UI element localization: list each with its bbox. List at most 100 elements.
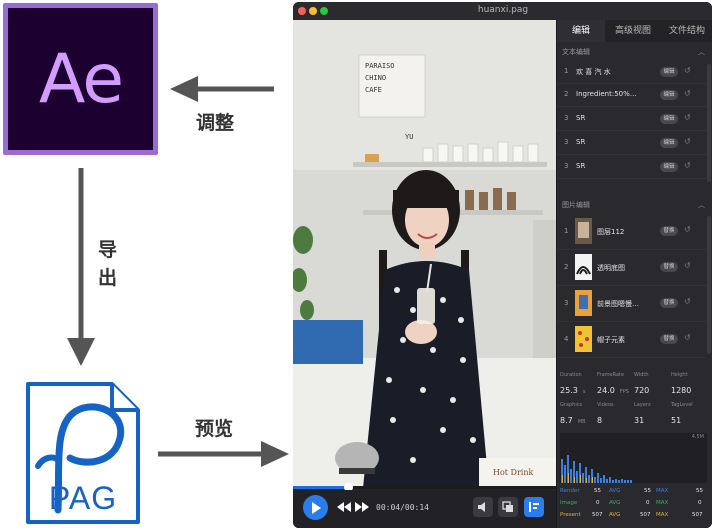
undo-icon[interactable]: ↺ — [684, 261, 691, 270]
perf-avg-label: AVG — [609, 488, 621, 494]
timeline-scrubber[interactable] — [293, 483, 556, 492]
svg-text:CAFE: CAFE — [365, 86, 382, 94]
undo-icon[interactable]: ↺ — [684, 333, 691, 342]
row-index: 2 — [564, 263, 569, 271]
row-index: 4 — [564, 335, 569, 343]
perf-avg-label: AVG — [609, 500, 621, 506]
replace-button[interactable]: 替换 — [660, 334, 678, 344]
image-row[interactable]: 4 帽子元素 替换 ↺ — [557, 322, 707, 358]
perf-image-row: Image 0 AVG 0 MAX 0 — [560, 498, 710, 510]
perf-cur: 0 — [596, 500, 600, 506]
after-effects-logo: Ae — [3, 3, 158, 155]
stat-videos: Videos 8 — [597, 402, 633, 426]
stat-layers: Layers 31 — [634, 402, 670, 426]
play-button[interactable] — [303, 495, 328, 520]
stat-value: 1280 — [671, 386, 692, 395]
undo-icon[interactable]: ↺ — [684, 297, 691, 306]
text-row[interactable]: 2 Ingredient:50%… 编辑 ↺ — [557, 84, 707, 107]
image-section-collapse-icon[interactable]: ︿ — [698, 200, 705, 210]
pag-file-icon: PAG — [24, 380, 142, 526]
stat-value: 720 — [634, 386, 650, 395]
tab-edit[interactable]: 编辑 — [557, 20, 605, 42]
perf-cur: 55 — [594, 488, 601, 494]
replace-button[interactable]: 替换 — [660, 298, 678, 308]
svg-text:Hot Drink: Hot Drink — [493, 468, 534, 477]
step-forward-icon — [355, 502, 369, 512]
pag-label: PAG — [48, 480, 118, 516]
close-window-button[interactable] — [298, 7, 306, 15]
step-back-button[interactable] — [337, 501, 351, 513]
row-name: SR — [576, 138, 586, 146]
undo-icon[interactable]: ↺ — [684, 89, 691, 98]
image-list-scrollbar[interactable] — [707, 216, 711, 354]
stat-unit: MB — [577, 419, 586, 425]
text-row[interactable]: 3 SR 编辑 ↺ — [557, 132, 707, 155]
preview-arrow — [158, 441, 289, 467]
undo-icon[interactable]: ↺ — [684, 161, 691, 170]
svg-text:CHINO: CHINO — [365, 74, 386, 82]
replace-button[interactable]: 替换 — [660, 226, 678, 236]
row-index: 3 — [564, 162, 569, 170]
image-row[interactable]: 3 前景图嗯慢… 替换 ↺ — [557, 286, 707, 322]
text-list-scrollbar[interactable] — [707, 64, 711, 182]
perf-avg: 55 — [644, 488, 651, 494]
image-edit-section-title: 图片编辑 — [562, 201, 590, 209]
step-forward-button[interactable] — [355, 501, 369, 513]
row-name: 透明底图 — [597, 264, 625, 272]
stat-value: 31 — [634, 416, 645, 425]
undo-icon[interactable]: ↺ — [684, 225, 691, 234]
zoom-window-button[interactable] — [320, 7, 328, 15]
stat-framerate: FrameRate 24.0 FPS — [597, 372, 633, 396]
row-name: 前景图嗯慢… — [597, 300, 639, 308]
row-index: 1 — [564, 227, 569, 235]
layers-button[interactable] — [498, 497, 518, 517]
undo-icon[interactable]: ↺ — [684, 113, 691, 122]
row-index: 3 — [564, 114, 569, 122]
stat-unit: s — [582, 389, 586, 395]
stat-duration: Duration 25.3 s — [560, 372, 596, 396]
preview-label: 预览 — [195, 418, 234, 440]
perf-avg-label: AVG — [609, 512, 621, 518]
edit-button[interactable]: 编辑 — [660, 67, 678, 77]
image-thumbnail — [575, 290, 592, 316]
video-preview[interactable]: PARAISO CHINO CAFE YU Hot Drink — [293, 20, 556, 488]
edit-button[interactable]: 编辑 — [660, 138, 678, 148]
export-label-text: 导出 — [98, 239, 118, 289]
replace-button[interactable]: 替换 — [660, 262, 678, 272]
edit-panel: 编辑 高级视图 文件结构 文本编辑 ︿ 1 欢 喜 汽 水 编辑 ↺ 2 Ing… — [556, 20, 712, 528]
panel-list-icon — [529, 502, 539, 512]
export-label: 导出 — [98, 236, 120, 292]
perf-max-label: MAX — [656, 488, 669, 494]
undo-icon[interactable]: ↺ — [684, 137, 691, 146]
row-name: 欢 喜 汽 水 — [576, 68, 611, 76]
stat-graphics: Graphics 8.7 MB — [560, 402, 596, 426]
edit-button[interactable]: 编辑 — [660, 162, 678, 172]
text-row[interactable]: 3 SR 编辑 ↺ — [557, 156, 707, 179]
perf-max-label: MAX — [656, 512, 669, 518]
text-section-collapse-icon[interactable]: ︿ — [698, 47, 705, 57]
row-index: 2 — [564, 90, 569, 98]
stat-taglevel: TagLevel 51 — [671, 402, 707, 426]
text-row[interactable]: 1 欢 喜 汽 水 编辑 ↺ — [557, 61, 707, 84]
volume-button[interactable] — [473, 497, 493, 517]
pag-viewer-window: huanxi.pag PARAISO CHINO CAFE YU Hot Dri… — [293, 2, 712, 528]
step-back-icon — [337, 502, 351, 512]
perf-avg: 0 — [646, 500, 650, 506]
image-row[interactable]: 2 透明底图 替换 ↺ — [557, 250, 707, 286]
performance-graph: 4.5M — [560, 433, 707, 483]
undo-icon[interactable]: ↺ — [684, 66, 691, 75]
stat-value: 25.3 — [560, 386, 578, 395]
edit-button[interactable]: 编辑 — [660, 114, 678, 124]
row-index: 3 — [564, 138, 569, 146]
text-row[interactable]: 3 SR 编辑 ↺ — [557, 108, 707, 131]
edit-button[interactable]: 编辑 — [660, 90, 678, 100]
minimize-window-button[interactable] — [309, 7, 317, 15]
image-row[interactable]: 1 图层112 替换 ↺ — [557, 214, 707, 250]
tab-advanced-view[interactable]: 高级视图 — [607, 20, 659, 42]
playback-time: 00:04/00:14 — [376, 503, 429, 512]
stat-value: 24.0 — [597, 386, 615, 395]
panel-toggle-button[interactable] — [524, 497, 544, 517]
tab-file-structure[interactable]: 文件结构 — [661, 20, 712, 42]
stat-value: 8.7 — [560, 416, 573, 425]
row-index: 3 — [564, 299, 569, 307]
